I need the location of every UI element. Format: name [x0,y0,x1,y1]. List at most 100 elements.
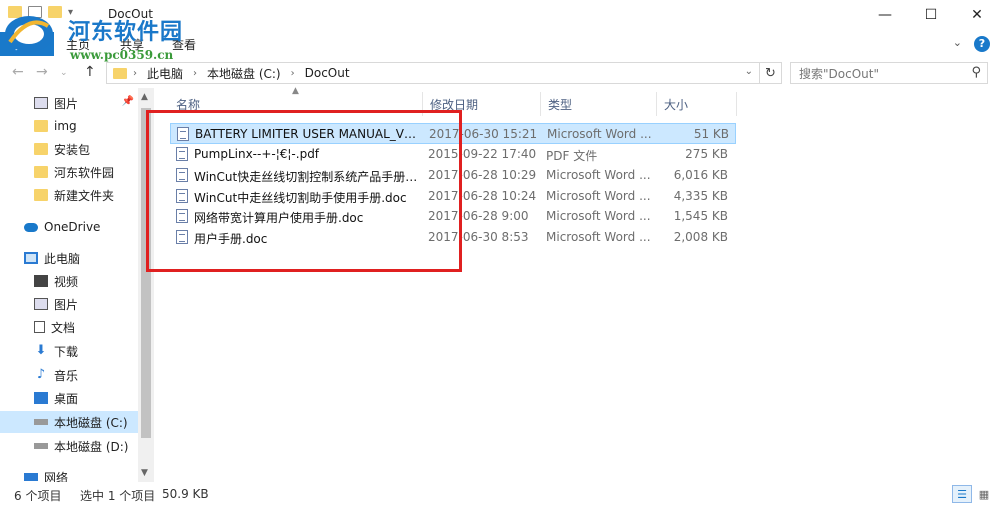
sidebar-item-drive-c[interactable]: 本地磁盘 (C:) [0,411,138,433]
file-size: 6,016 KB [673,168,728,182]
forward-icon[interactable]: → [36,64,48,80]
breadcrumb-docout[interactable]: DocOut [305,66,350,80]
chevron-right-icon[interactable]: › [133,68,137,79]
file-type: Microsoft Word ... [546,168,651,182]
onedrive-icon [24,222,38,232]
folder-icon [34,120,48,132]
sidebar-item-label: 视频 [54,274,79,289]
folder-icon [34,166,48,178]
column-header-size[interactable]: 大小 [664,96,688,113]
file-type: Microsoft Word ... [546,189,651,203]
maximize-button[interactable]: ☐ [908,0,954,30]
selected-size: 50.9 KB [162,487,209,501]
pictures-icon [34,97,48,109]
sort-ascending-icon: ▲ [292,86,299,96]
sidebar-item-label: 图片 [54,96,79,111]
search-icon: ⚲ [971,65,981,80]
sidebar-item-onedrive[interactable]: OneDrive [0,216,138,238]
column-divider[interactable] [540,92,541,116]
refresh-icon: ↻ [765,65,776,81]
desktop-icon [34,392,48,404]
folder-icon [113,67,127,79]
sidebar-item-label: 本地磁盘 (C:) [54,415,128,430]
sidebar-item-this-pc[interactable]: 此电脑 [0,247,138,269]
network-icon [24,473,38,481]
scroll-up-icon[interactable]: ▲ [141,92,148,102]
sidebar-item-videos[interactable]: 视频 [0,270,138,292]
drive-icon [34,443,48,449]
status-bar: 6 个项目 选中 1 个项目 50.9 KB ☰ ▦ [0,482,1000,506]
navigation-pane: 图片 📌 img 安装包 河东软件园 新建文件夹 OneDrive 此电脑 视频… [0,88,154,482]
file-size: 2,008 KB [673,230,728,244]
address-bar[interactable]: › 此电脑 › 本地磁盘 (C:) › DocOut ⌄ [106,62,760,84]
large-icons-view-button[interactable]: ▦ [974,485,994,503]
refresh-button[interactable]: ↻ [760,62,782,84]
details-view-button[interactable]: ☰ [952,485,972,503]
file-type: Microsoft Word ... [546,209,651,223]
folder-icon [34,189,48,201]
navigation-bar: ← → ⌄ ↑ › 此电脑 › 本地磁盘 (C:) › DocOut ⌄ ↻ 搜… [0,58,1000,88]
watermark: 河东软件园 www.pc0359.cn [2,8,182,62]
column-divider[interactable] [736,92,737,116]
column-header-type[interactable]: 类型 [548,96,572,113]
search-placeholder: 搜索"DocOut" [799,66,879,81]
column-divider[interactable] [656,92,657,116]
sidebar-item-downloads[interactable]: ⬇ 下载 [0,340,138,362]
item-count: 6 个项目 [14,489,62,503]
sidebar-item-installers[interactable]: 安装包 [0,138,138,160]
drive-icon [34,419,48,425]
close-button[interactable]: ✕ [954,0,1000,30]
sidebar-item-label: 新建文件夹 [54,188,115,203]
watermark-text: 河东软件园 [68,19,184,45]
minimize-button[interactable]: — [862,0,908,30]
sidebar-item-drive-d[interactable]: 本地磁盘 (D:) [0,435,138,457]
sidebar-item-label: 此电脑 [44,251,81,266]
breadcrumb-drive-c[interactable]: 本地磁盘 (C:) [207,65,281,82]
file-size: 275 KB [685,147,728,161]
search-input[interactable]: 搜索"DocOut" ⚲ [790,62,988,84]
chevron-right-icon[interactable]: › [291,68,295,79]
sidebar-item-music[interactable]: ♪ 音乐 [0,364,138,386]
sidebar-item-label: img [54,119,77,133]
pictures-icon [34,298,48,310]
video-icon [34,275,48,287]
back-icon[interactable]: ← [12,64,24,80]
sidebar-item-documents[interactable]: 文档 [0,316,138,338]
sidebar-item-desktop[interactable]: 桌面 [0,387,138,409]
sidebar-item-hedong[interactable]: 河东软件园 [0,161,138,183]
scroll-down-icon[interactable]: ▼ [141,468,148,478]
sidebar-item-label: OneDrive [44,220,101,234]
music-icon: ♪ [36,367,46,382]
pin-icon[interactable]: 📌 [122,96,134,107]
sidebar-item-label: 文档 [51,320,76,335]
sidebar-item-label: 网络 [44,470,69,483]
up-icon[interactable]: ↑ [84,64,96,80]
sidebar-item-label: 河东软件园 [54,165,115,180]
sidebar-item-label: 音乐 [54,368,79,383]
expand-ribbon-icon[interactable]: ⌄ [953,36,962,52]
recent-dropdown-icon[interactable]: ⌄ [60,68,68,78]
chevron-down-icon[interactable]: ⌄ [745,66,753,77]
help-icon[interactable]: ? [974,36,990,52]
sidebar-item-pictures[interactable]: 图片 [0,293,138,315]
watermark-logo-icon [5,16,53,52]
sidebar-item-img[interactable]: img [0,115,138,137]
sidebar-item-label: 下载 [54,344,79,359]
highlight-annotation-box [146,110,462,272]
folder-icon [34,143,48,155]
file-type: PDF 文件 [546,149,598,163]
sidebar-item-label: 图片 [54,297,79,312]
sidebar-item-label: 桌面 [54,391,79,406]
chevron-right-icon[interactable]: › [193,68,197,79]
selected-count: 选中 1 个项目 [80,489,156,503]
sidebar-item-new-folder[interactable]: 新建文件夹 [0,184,138,206]
breadcrumb-this-pc[interactable]: 此电脑 [147,65,183,82]
file-type: Microsoft Word ... [546,230,651,244]
pc-icon [24,252,38,264]
sidebar-item-pictures-pinned[interactable]: 图片 📌 [0,92,138,114]
sidebar-item-label: 本地磁盘 (D:) [54,439,129,454]
file-size: 51 KB [693,127,729,141]
details-view-icon: ☰ [957,487,967,501]
file-size: 1,545 KB [673,209,728,223]
sidebar-item-network[interactable]: 网络 [0,466,138,482]
